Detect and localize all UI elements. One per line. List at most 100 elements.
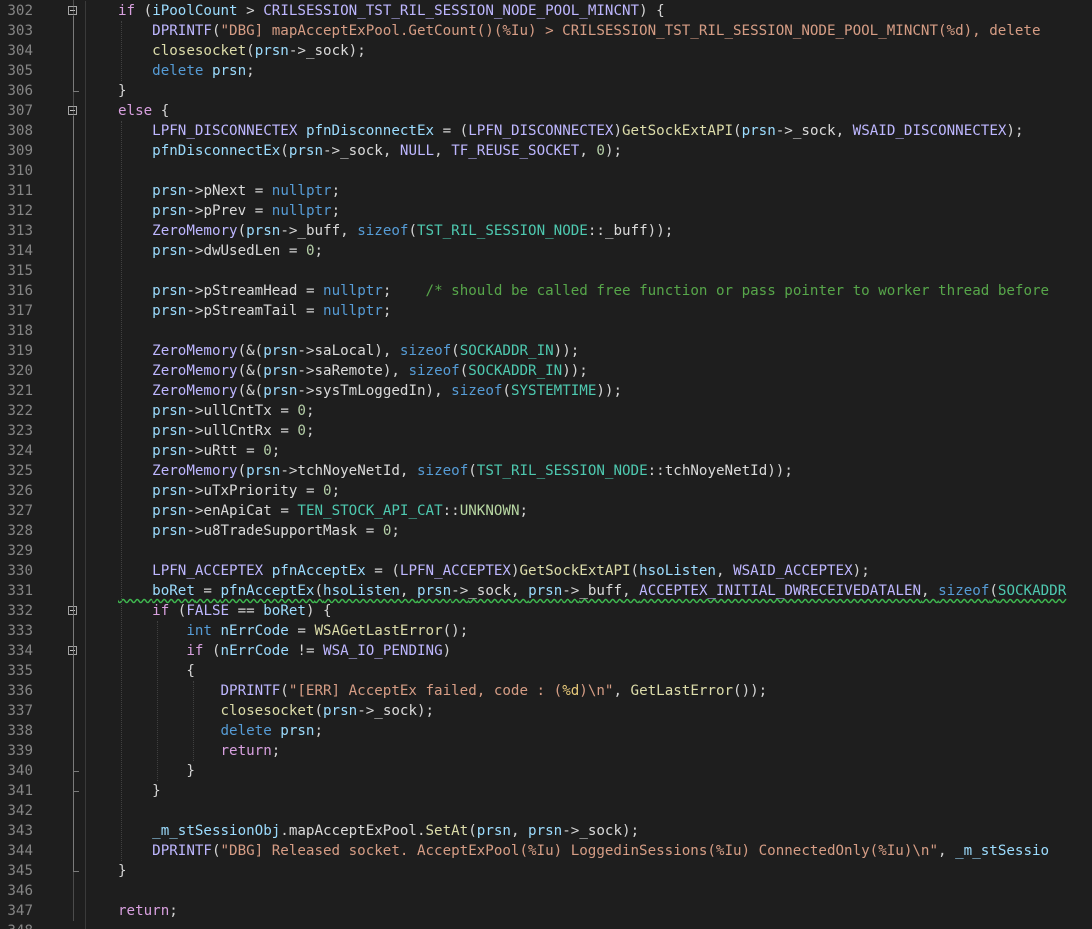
code-line[interactable]: 331 boRet = pfnAcceptEx(hsoListen, prsn-… xyxy=(0,581,1092,601)
code-line[interactable]: 325 ZeroMemory(prsn->tchNoyeNetId, sizeo… xyxy=(0,461,1092,481)
code-line[interactable]: 307 else { xyxy=(0,101,1092,121)
code-text: closesocket(prsn->_sock); xyxy=(118,701,435,721)
code-token: = xyxy=(297,483,324,499)
code-line[interactable]: 321 ZeroMemory(&(prsn->sysTmLoggedIn), s… xyxy=(0,381,1092,401)
code-line[interactable]: 323 prsn->ullCntRx = 0; xyxy=(0,421,1092,441)
code-text: if (FALSE == boRet) { xyxy=(118,601,331,621)
code-editor[interactable]: 302 if (iPoolCount > CRILSESSION_TST_RIL_… xyxy=(0,0,1092,929)
code-line[interactable]: 341 } xyxy=(0,781,1092,801)
code-line[interactable]: 320 ZeroMemory(&(prsn->saRemote), sizeof… xyxy=(0,361,1092,381)
code-text: prsn->ullCntTx = 0; xyxy=(118,401,314,421)
line-number: 337 xyxy=(7,703,33,719)
code-token: ), xyxy=(374,343,400,359)
code-line[interactable]: 305 delete prsn; xyxy=(0,61,1092,81)
code-line[interactable]: 308 LPFN_DISCONNECTEX pfnDisconnectEx = … xyxy=(0,121,1092,141)
code-token: ; xyxy=(271,443,281,459)
code-token: -> xyxy=(186,403,204,419)
code-line[interactable]: 345} xyxy=(0,861,1092,881)
code-line[interactable]: 342 xyxy=(0,801,1092,821)
code-line[interactable]: 315 xyxy=(0,261,1092,281)
code-line[interactable]: 317 prsn->pStreamTail = nullptr; xyxy=(0,301,1092,321)
code-line[interactable]: 328 prsn->u8TradeSupportMask = 0; xyxy=(0,521,1092,541)
code-token: _m_stSessionObj xyxy=(152,823,281,839)
code-token: "DBG] mapAcceptExPool.GetCount()(%Iu) > … xyxy=(220,23,1041,39)
code-line[interactable]: 335 { xyxy=(0,661,1092,681)
code-line[interactable]: 322 prsn->ullCntTx = 0; xyxy=(0,401,1092,421)
code-line[interactable]: 326 prsn->uTxPriority = 0; xyxy=(0,481,1092,501)
code-token: uRtt xyxy=(203,443,238,459)
code-line[interactable]: 334 if (nErrCode != WSA_IO_PENDING) xyxy=(0,641,1092,661)
line-number: 340 xyxy=(7,763,33,779)
code-token: , xyxy=(938,843,956,859)
code-line[interactable]: 348 xyxy=(0,921,1092,929)
code-line[interactable]: 339 return; xyxy=(0,741,1092,761)
code-line[interactable]: 330 LPFN_ACCEPTEX pfnAcceptEx = (LPFN_AC… xyxy=(0,561,1092,581)
code-token: = xyxy=(246,183,272,199)
code-token: u8TradeSupportMask xyxy=(203,523,358,539)
code-text: ZeroMemory(prsn->tchNoyeNetId, sizeof(TS… xyxy=(118,461,793,481)
code-line[interactable]: 311 prsn->pNext = nullptr; xyxy=(0,181,1092,201)
code-line[interactable]: 304 closesocket(prsn->_sock); xyxy=(0,41,1092,61)
code-line[interactable]: 327 prsn->enApiCat = TEN_STOCK_API_CAT::… xyxy=(0,501,1092,521)
code-text: DPRINTF("[ERR] AcceptEx failed, code : (… xyxy=(118,681,768,701)
code-line[interactable]: 338 delete prsn; xyxy=(0,721,1092,741)
line-number: 342 xyxy=(7,803,33,819)
code-text: prsn->pStreamTail = nullptr; xyxy=(118,301,391,321)
code-token: ( xyxy=(280,143,289,159)
code-token: ); xyxy=(604,143,623,159)
code-token: ) xyxy=(510,563,520,579)
code-line[interactable]: 303 DPRINTF("DBG] mapAcceptExPool.GetCou… xyxy=(0,21,1092,41)
code-token: , xyxy=(399,583,417,599)
code-line[interactable]: 306} xyxy=(0,81,1092,101)
code-line[interactable]: 329 xyxy=(0,541,1092,561)
code-line[interactable]: 347 return; xyxy=(0,901,1092,921)
code-token: ; xyxy=(382,283,426,299)
code-line[interactable]: 316 prsn->pStreamHead = nullptr; /* shou… xyxy=(0,281,1092,301)
code-line[interactable]: 343 _m_stSessionObj.mapAcceptExPool.SetA… xyxy=(0,821,1092,841)
code-line[interactable]: 324 prsn->uRtt = 0; xyxy=(0,441,1092,461)
line-number: 333 xyxy=(7,623,33,639)
code-token: ; xyxy=(169,903,178,919)
code-line[interactable]: 337 closesocket(prsn->_sock); xyxy=(0,701,1092,721)
code-token: ( xyxy=(459,363,469,379)
code-token: ; xyxy=(331,483,341,499)
code-line[interactable]: 340 } xyxy=(0,761,1092,781)
code-line[interactable]: 309 pfnDisconnectEx(prsn->_sock, NULL, T… xyxy=(0,141,1092,161)
code-token: 0 xyxy=(297,403,306,419)
code-line[interactable]: 346 xyxy=(0,881,1092,901)
code-token: )\n" xyxy=(579,683,614,699)
code-line[interactable]: 319 ZeroMemory(&(prsn->saLocal), sizeof(… xyxy=(0,341,1092,361)
code-token: ( xyxy=(203,643,221,659)
code-token: ( xyxy=(211,843,221,859)
code-line[interactable]: 313 ZeroMemory(prsn->_buff, sizeof(TST_R… xyxy=(0,221,1092,241)
code-token: nErrCode xyxy=(220,623,289,639)
code-line[interactable]: 344 DPRINTF("DBG] Released socket. Accep… xyxy=(0,841,1092,861)
code-line[interactable]: 314 prsn->dwUsedLen = 0; xyxy=(0,241,1092,261)
code-token: = xyxy=(297,303,324,319)
code-line[interactable]: 310 xyxy=(0,161,1092,181)
code-line[interactable]: 333 int nErrCode = WSAGetLastError(); xyxy=(0,621,1092,641)
code-token: 0 xyxy=(263,443,272,459)
code-line[interactable]: 302 if (iPoolCount > CRILSESSION_TST_RIL_… xyxy=(0,1,1092,21)
code-token: prsn xyxy=(152,303,187,319)
code-token: prsn xyxy=(152,283,187,299)
code-line[interactable]: 332 if (FALSE == boRet) { xyxy=(0,601,1092,621)
code-line[interactable]: 336 DPRINTF("[ERR] AcceptEx failed, code… xyxy=(0,681,1092,701)
code-token: prsn xyxy=(528,823,563,839)
code-token: , xyxy=(510,583,529,599)
code-token: , xyxy=(835,123,853,139)
line-number: 311 xyxy=(7,183,33,199)
code-token: dwUsedLen xyxy=(203,243,281,259)
code-line[interactable]: 312 prsn->pPrev = nullptr; xyxy=(0,201,1092,221)
code-line[interactable]: 318 xyxy=(0,321,1092,341)
code-token: :: xyxy=(647,463,665,479)
line-number: 322 xyxy=(7,403,33,419)
code-token: sizeof xyxy=(408,363,460,379)
code-token: FALSE xyxy=(186,603,230,619)
